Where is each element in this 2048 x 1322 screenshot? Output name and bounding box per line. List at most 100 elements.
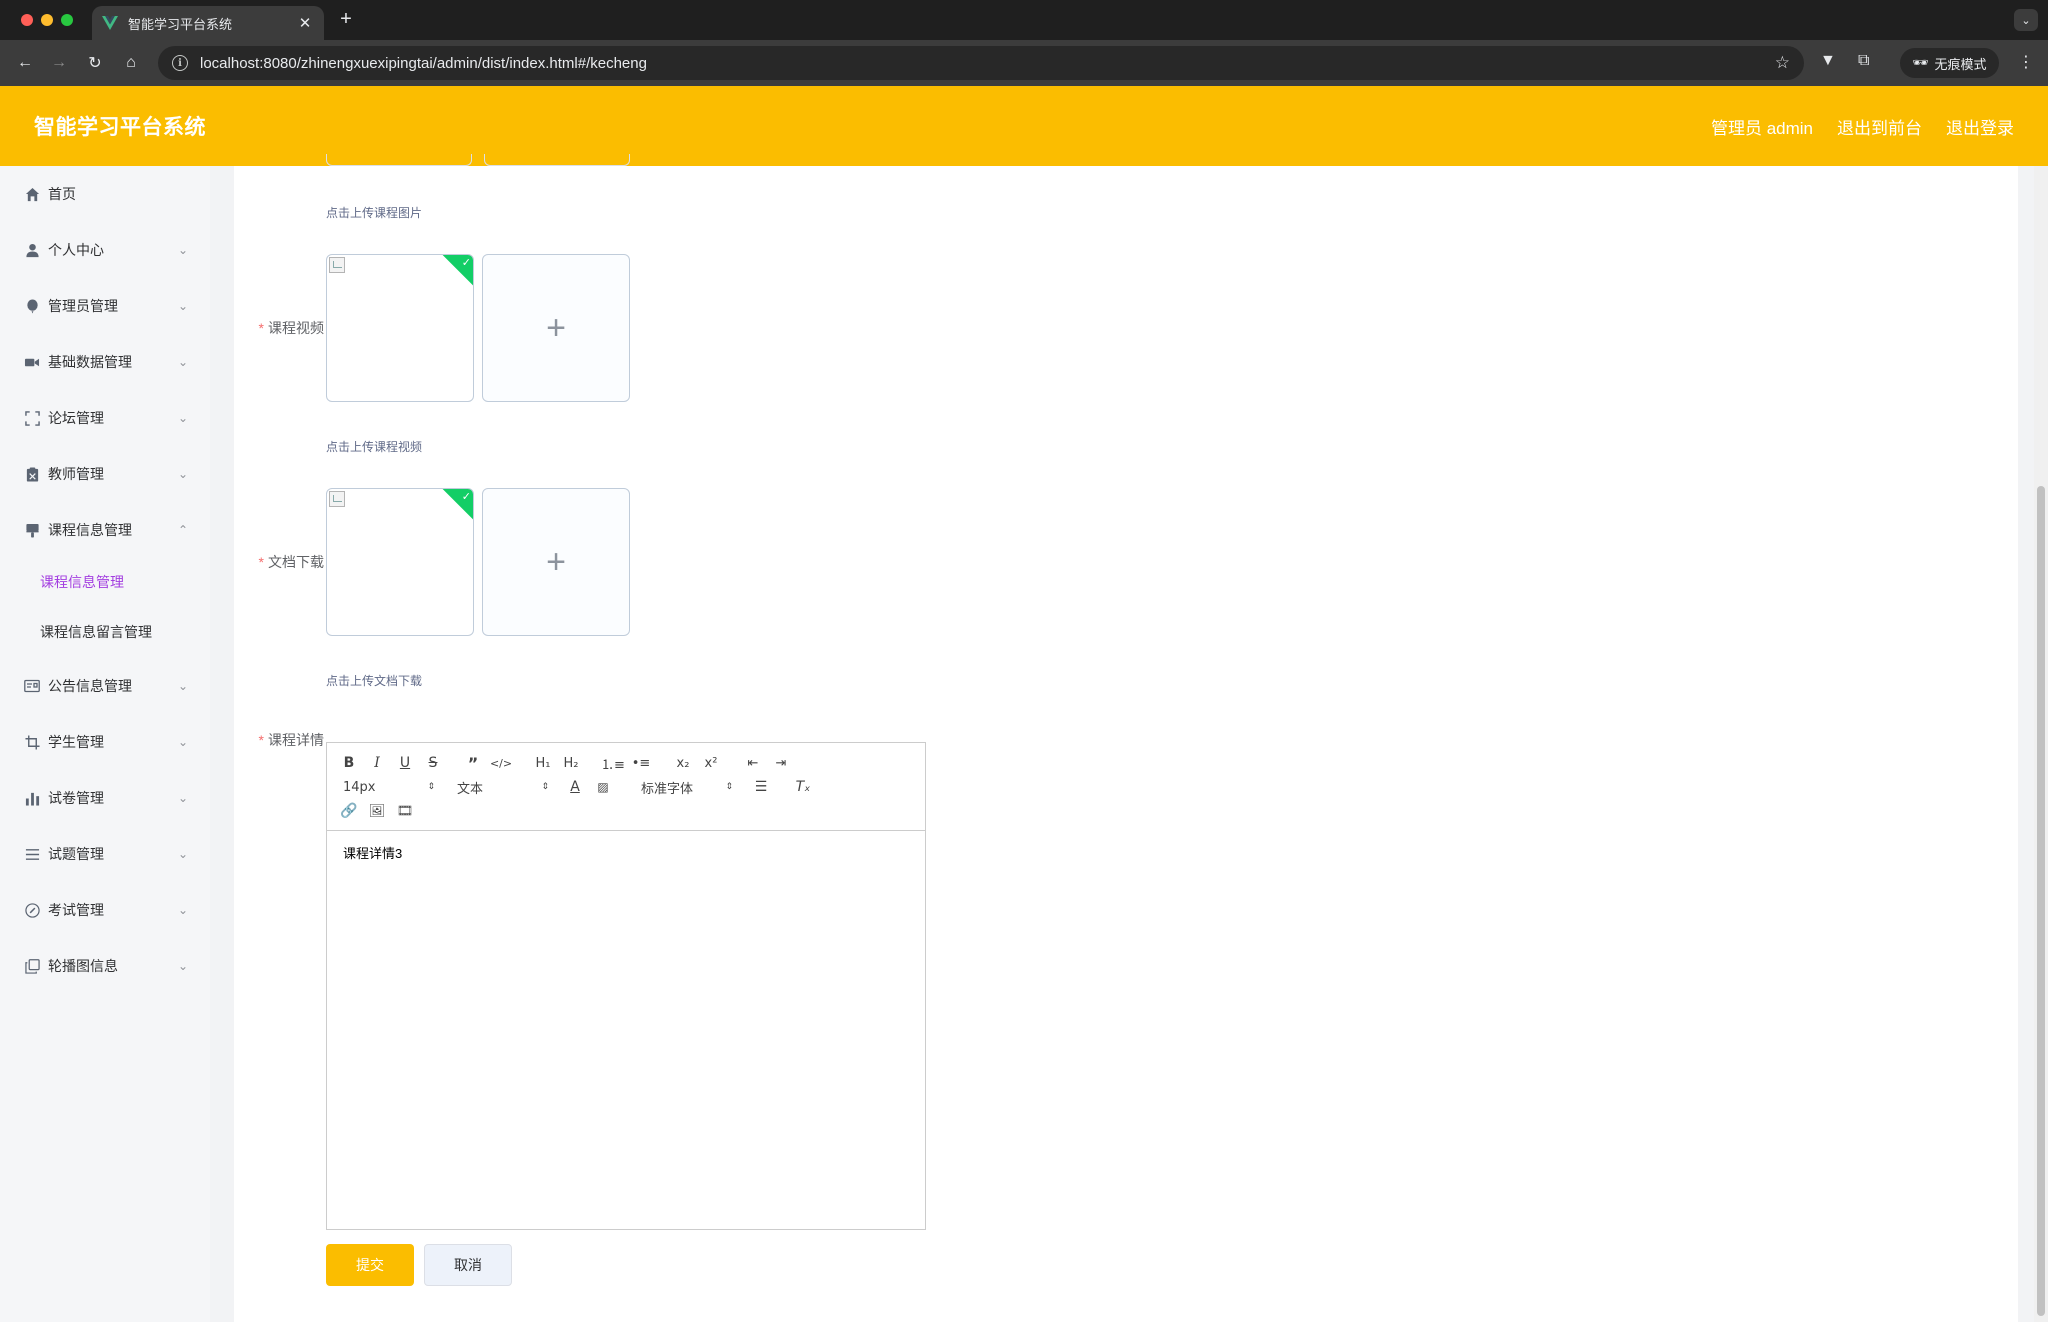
italic-icon[interactable]: I — [367, 753, 387, 773]
document-upload-trigger[interactable]: + — [482, 488, 630, 636]
incognito-badge[interactable]: 🕶 无痕模式 — [1900, 48, 1999, 78]
underline-icon[interactable]: U — [395, 753, 415, 773]
forward-icon[interactable]: → — [48, 52, 70, 74]
check-icon: ✓ — [461, 257, 471, 269]
video-upload-trigger[interactable]: + — [482, 254, 630, 402]
sidebar-item-home[interactable]: 首页 — [0, 174, 210, 214]
header-select[interactable]: 文本 ⇕ — [457, 777, 549, 797]
vue-devtools-icon[interactable]: ▼ — [1820, 52, 1836, 70]
image-upload-trigger[interactable] — [484, 154, 630, 166]
editor-paragraph: 课程详情3 — [343, 846, 403, 861]
incognito-icon: 🕶 — [1912, 55, 1929, 70]
submenu-item-course-info[interactable]: 课程信息管理 — [0, 562, 210, 602]
font-color-icon[interactable]: A — [565, 777, 585, 797]
sidebar-item-notice[interactable]: 公告信息管理 ⌄ — [0, 666, 210, 706]
sidebar-item-forum[interactable]: 论坛管理 ⌄ — [0, 398, 210, 438]
tab-search-icon[interactable]: ⌄ — [2014, 9, 2038, 31]
new-tab-icon[interactable]: + — [336, 8, 356, 31]
postcard-icon — [24, 678, 40, 694]
reload-icon[interactable]: ↻ — [84, 52, 106, 74]
font-family-value: 标准字体 — [641, 781, 694, 797]
video-icon[interactable]: 🎞 — [395, 801, 415, 821]
sidebar-item-course-info[interactable]: 课程信息管理 ⌃ — [0, 510, 210, 550]
required-asterisk: * — [258, 732, 264, 748]
sidebar-item-student[interactable]: 学生管理 ⌄ — [0, 722, 210, 762]
sidebar-item-admin-management[interactable]: 管理员管理 ⌄ — [0, 286, 210, 326]
logout-link[interactable]: 退出登录 — [1946, 114, 2014, 139]
chevron-down-icon: ⌄ — [177, 791, 189, 805]
image-upload-item[interactable] — [326, 154, 472, 166]
chevron-down-icon: ⌄ — [177, 243, 189, 257]
video-label-text: 课程视频 — [268, 320, 324, 336]
back-icon[interactable]: ← — [14, 52, 36, 74]
heading-2-icon[interactable]: H₂ — [561, 753, 581, 773]
compass-icon — [24, 902, 40, 918]
tab-close-icon[interactable]: ✕ — [296, 14, 314, 32]
url-text[interactable]: localhost:8080/zhinengxuexipingtai/admin… — [200, 55, 1775, 72]
back-to-front-link[interactable]: 退出到前台 — [1837, 114, 1922, 139]
editor-content[interactable]: 课程详情3 — [327, 831, 925, 1229]
heading-1-icon[interactable]: H₁ — [533, 753, 553, 773]
video-upload-item[interactable]: ✓ — [326, 254, 474, 402]
site-info-icon[interactable]: i — [172, 55, 188, 71]
detail-label-text: 课程详情 — [268, 732, 324, 748]
extensions-icon[interactable]: ⧉ — [1858, 52, 1869, 70]
address-bar[interactable]: i localhost:8080/zhinengxuexipingtai/adm… — [158, 46, 1804, 80]
document-label-text: 文档下载 — [268, 554, 324, 570]
subscript-icon[interactable]: x₂ — [673, 753, 693, 773]
sidebar-item-basic-data[interactable]: 基础数据管理 ⌄ — [0, 342, 210, 382]
page-scrollbar[interactable] — [2034, 166, 2048, 1322]
image-icon[interactable]: 🖼 — [367, 801, 387, 821]
strike-icon[interactable]: S — [423, 753, 443, 773]
bold-icon[interactable]: B — [339, 753, 359, 773]
sidebar-item-exam[interactable]: 考试管理 ⌄ — [0, 890, 210, 930]
balloon-icon — [24, 298, 40, 314]
align-icon[interactable]: ☰ — [751, 777, 771, 797]
home-icon[interactable]: ⌂ — [120, 52, 142, 74]
browser-tab[interactable]: 智能学习平台系统 ✕ — [92, 6, 324, 40]
code-block-icon[interactable]: </> — [490, 753, 512, 773]
superscript-icon[interactable]: x² — [701, 753, 721, 773]
video-camera-icon — [24, 354, 40, 370]
close-window-button[interactable] — [21, 14, 33, 26]
font-size-value: 14px — [343, 779, 376, 795]
font-size-select[interactable]: 14px ⇕ — [343, 777, 435, 797]
fullscreen-icon — [24, 410, 40, 426]
bookmark-star-icon[interactable]: ☆ — [1775, 53, 1790, 73]
ordered-list-icon[interactable]: ⒈≡ — [601, 753, 625, 773]
cancel-button[interactable]: 取消 — [424, 1244, 512, 1286]
user-icon — [24, 242, 40, 258]
maximize-window-button[interactable] — [61, 14, 73, 26]
browser-menu-icon[interactable]: ⋮ — [2018, 52, 2034, 72]
sidebar: 首页 个人中心 ⌄ 管理员管理 ⌄ 基础数据管理 ⌄ 论坛管理 ⌄ 教师管理 ⌄… — [0, 166, 210, 1322]
chevron-up-icon: ⌃ — [177, 523, 189, 537]
document-upload-item[interactable]: ✓ — [326, 488, 474, 636]
brush-icon — [24, 522, 40, 538]
header-select-value: 文本 — [457, 781, 484, 797]
background-color-icon[interactable]: ▨ — [593, 777, 613, 797]
detail-field-label: * 课程详情 — [230, 730, 324, 750]
sidebar-item-question[interactable]: 试题管理 ⌄ — [0, 834, 210, 874]
sidebar-item-exam-paper[interactable]: 试卷管理 ⌄ — [0, 778, 210, 818]
font-family-select[interactable]: 标准字体 ⇕ — [641, 777, 733, 797]
link-icon[interactable]: 🔗 — [339, 801, 359, 821]
sidebar-item-label: 个人中心 — [48, 242, 104, 258]
bullet-list-icon[interactable]: •≡ — [631, 753, 651, 773]
outdent-icon[interactable]: ⇤ — [743, 753, 763, 773]
sidebar-item-teacher[interactable]: 教师管理 ⌄ — [0, 454, 210, 494]
sidebar-item-label: 试题管理 — [48, 846, 104, 862]
submit-button[interactable]: 提交 — [326, 1244, 414, 1286]
chevron-down-icon: ⌄ — [177, 411, 189, 425]
scrollbar-thumb[interactable] — [2037, 486, 2045, 1316]
indent-icon[interactable]: ⇥ — [771, 753, 791, 773]
sidebar-item-label: 论坛管理 — [48, 410, 104, 426]
sidebar-item-carousel[interactable]: 轮播图信息 ⌄ — [0, 946, 210, 986]
clear-format-icon[interactable]: Tₓ — [793, 777, 813, 797]
clipboard-icon — [24, 466, 40, 482]
copy-icon — [24, 958, 40, 974]
admin-user-label[interactable]: 管理员 admin — [1711, 114, 1813, 139]
submenu-item-course-comments[interactable]: 课程信息留言管理 — [0, 612, 210, 652]
sidebar-item-personal-center[interactable]: 个人中心 ⌄ — [0, 230, 210, 270]
minimize-window-button[interactable] — [41, 14, 53, 26]
blockquote-icon[interactable]: ” — [463, 753, 483, 773]
